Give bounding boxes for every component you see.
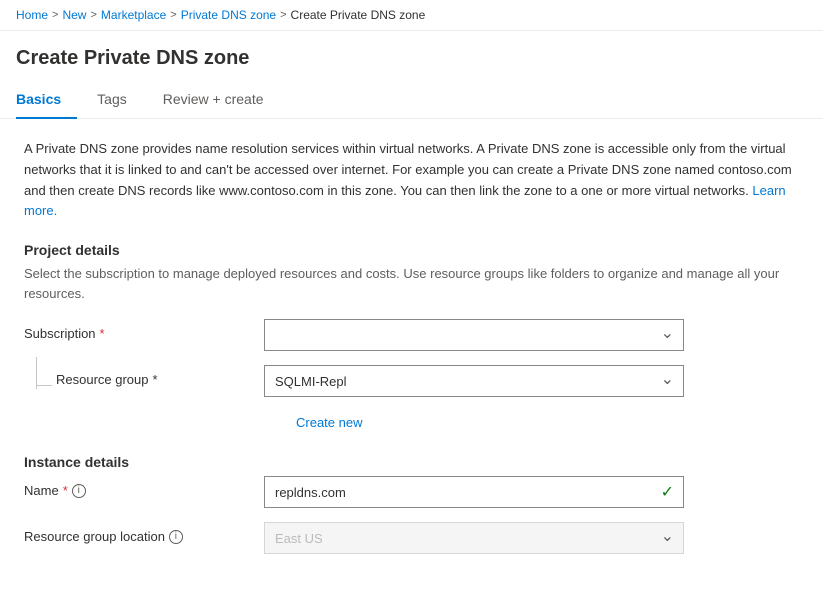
resource-group-label: Resource group * (56, 365, 264, 387)
instance-details-section: Instance details Name * i ✓ Resource gro… (24, 454, 799, 554)
name-field-row: Name * i ✓ (24, 476, 799, 508)
project-details-subtitle: Select the subscription to manage deploy… (24, 264, 799, 303)
breadcrumb: Home > New > Marketplace > Private DNS z… (0, 0, 823, 31)
breadcrumb-sep-4: > (280, 9, 286, 21)
breadcrumb-home[interactable]: Home (16, 8, 48, 22)
create-new-container: Create new (24, 411, 799, 430)
breadcrumb-marketplace[interactable]: Marketplace (101, 8, 166, 22)
create-new-link[interactable]: Create new (296, 415, 362, 430)
resource-group-required-marker: * (153, 372, 158, 387)
subscription-required-marker: * (100, 326, 105, 341)
location-label: Resource group location i (24, 522, 264, 544)
name-control: ✓ (264, 476, 684, 508)
breadcrumb-sep-1: > (52, 9, 58, 21)
breadcrumb-current: Create Private DNS zone (291, 8, 426, 22)
breadcrumb-new[interactable]: New (62, 8, 86, 22)
instance-details-title: Instance details (24, 454, 799, 470)
tab-basics[interactable]: Basics (16, 83, 77, 119)
resource-group-field-row: Resource group * SQLMI-Repl (24, 365, 799, 397)
breadcrumb-sep-3: > (170, 9, 176, 21)
location-info-icon[interactable]: i (169, 530, 183, 544)
subscription-control (264, 319, 684, 351)
subscription-select[interactable] (264, 319, 684, 351)
subscription-select-wrapper (264, 319, 684, 351)
project-details-title: Project details (24, 242, 799, 258)
subscription-label: Subscription * (24, 319, 264, 341)
name-input[interactable] (264, 476, 684, 508)
location-select-wrapper: East US (264, 522, 684, 554)
name-label: Name * i (24, 476, 264, 498)
tabs-container: Basics Tags Review + create (0, 82, 823, 119)
resource-group-select-wrapper: SQLMI-Repl (264, 365, 684, 397)
name-input-wrapper: ✓ (264, 476, 684, 508)
project-details-section: Project details Select the subscription … (24, 242, 799, 430)
description-text: A Private DNS zone provides name resolut… (24, 139, 799, 222)
resource-group-select[interactable]: SQLMI-Repl (264, 365, 684, 397)
name-required-marker: * (63, 483, 68, 498)
location-field-row: Resource group location i East US (24, 522, 799, 554)
subscription-field-row: Subscription * (24, 319, 799, 351)
page-title: Create Private DNS zone (0, 31, 823, 82)
content-area: A Private DNS zone provides name resolut… (0, 119, 823, 598)
tab-review-create[interactable]: Review + create (163, 83, 280, 119)
resource-group-control: SQLMI-Repl (264, 365, 684, 397)
tab-tags[interactable]: Tags (97, 83, 143, 119)
name-valid-icon: ✓ (661, 482, 674, 502)
location-control: East US (264, 522, 684, 554)
breadcrumb-private-dns[interactable]: Private DNS zone (181, 8, 276, 22)
location-select: East US (264, 522, 684, 554)
breadcrumb-sep-2: > (90, 9, 96, 21)
name-info-icon[interactable]: i (72, 484, 86, 498)
